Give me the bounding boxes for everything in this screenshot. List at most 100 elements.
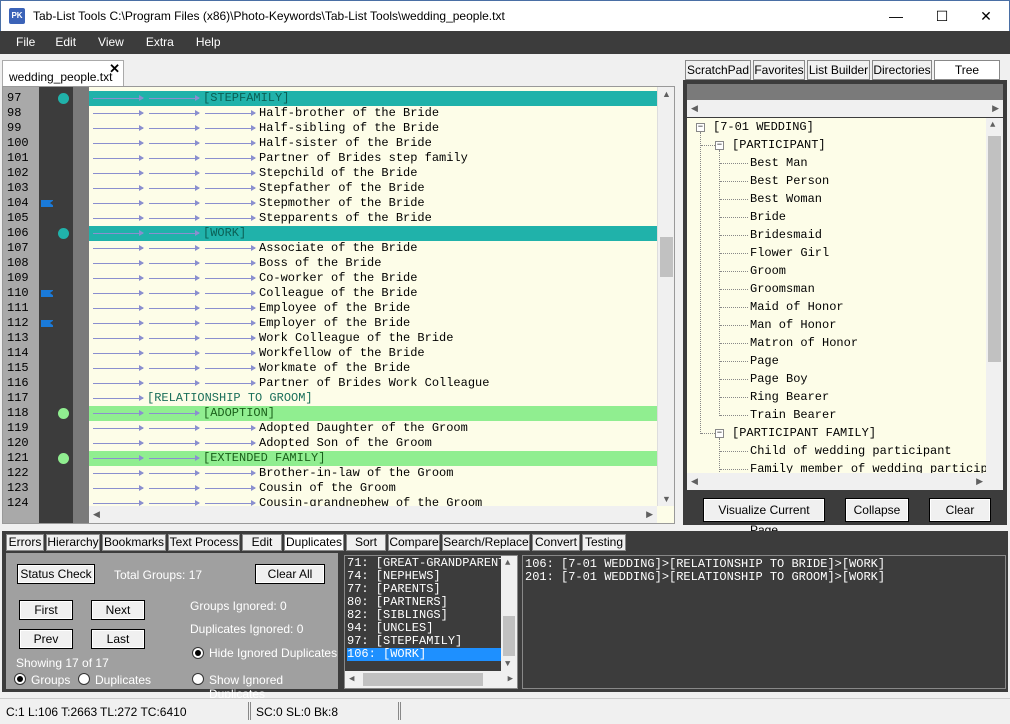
editor-line[interactable]: 120 Adopted Son of the Groom	[3, 436, 658, 451]
editor-line[interactable]: 123 Cousin of the Groom	[3, 481, 658, 496]
editor-line[interactable]: 107 Associate of the Bride	[3, 241, 658, 256]
tree-node-root[interactable]: [7-01 WEDDING]	[713, 118, 814, 136]
menu-file[interactable]: File	[0, 31, 43, 54]
tree-leaf[interactable]: Best Woman	[750, 190, 822, 208]
scroll-thumb[interactable]	[660, 237, 673, 277]
visualize-current-page-button[interactable]: Visualize Current Page	[703, 498, 825, 537]
tree-node-participant-family[interactable]: [PARTICIPANT FAMILY]	[732, 424, 876, 442]
clear-all-button[interactable]: Clear All	[255, 564, 325, 584]
line-content[interactable]: Co-worker of the Bride	[89, 271, 657, 286]
tree-leaf[interactable]: Bride	[750, 208, 786, 226]
line-content[interactable]: Stepmother of the Bride	[89, 196, 657, 211]
line-content[interactable]: Employer of the Bride	[89, 316, 657, 331]
tab-search-replace[interactable]: Search/Replace	[442, 534, 530, 551]
line-content[interactable]: Brother-in-law of the Groom	[89, 466, 657, 481]
duplicate-group-item[interactable]: 106: [WORK]	[347, 648, 501, 661]
collapse-icon[interactable]: −	[696, 123, 705, 132]
tree-leaf[interactable]: Ring Bearer	[750, 388, 829, 406]
line-content[interactable]: Employee of the Bride	[89, 301, 657, 316]
line-content[interactable]: Adopted Daughter of the Groom	[89, 421, 657, 436]
tab-directories[interactable]: Directories	[872, 60, 932, 80]
collapse-icon[interactable]: −	[715, 429, 724, 438]
editor-line[interactable]: 97 [STEPFAMILY]	[3, 91, 658, 106]
tree-leaf[interactable]: Groomsman	[750, 280, 815, 298]
clear-button[interactable]: Clear	[929, 498, 991, 522]
scroll-left-icon[interactable]: ◀	[93, 509, 100, 520]
scroll-right-icon[interactable]: ▶	[976, 476, 983, 487]
duplicate-group-item[interactable]: 82: [SIBLINGS]	[347, 609, 501, 622]
tree-top-scrollbar[interactable]: ◀ ▶	[687, 100, 1003, 117]
text-editor[interactable]: 97 [STEPFAMILY] 98 Half-brother of the Brid…	[2, 86, 675, 524]
hide-ignored-radio[interactable]	[192, 647, 204, 659]
line-content[interactable]: Adopted Son of the Groom	[89, 436, 657, 451]
duplicates-radio[interactable]	[78, 673, 90, 685]
tree-leaf[interactable]: Train Bearer	[750, 406, 836, 424]
menu-help[interactable]: Help	[182, 31, 229, 54]
tab-duplicates[interactable]: Duplicates	[284, 534, 344, 551]
scroll-left-icon[interactable]: ◀	[349, 674, 354, 684]
last-button[interactable]: Last	[91, 629, 145, 649]
tab-edit[interactable]: Edit	[242, 534, 282, 551]
tab-list-builder[interactable]: List Builder	[807, 60, 870, 80]
editor-line[interactable]: 122 Brother-in-law of the Groom	[3, 466, 658, 481]
tab-sort[interactable]: Sort	[346, 534, 386, 551]
scroll-right-icon[interactable]: ▶	[992, 103, 999, 114]
tree-leaf[interactable]: Maid of Honor	[750, 298, 844, 316]
scroll-up-icon[interactable]: ▲	[505, 558, 510, 568]
line-content[interactable]: Workfellow of the Bride	[89, 346, 657, 361]
maximize-button[interactable]: ☐	[919, 1, 965, 31]
line-content[interactable]: [RELATIONSHIP TO GROOM]	[89, 391, 657, 406]
line-content[interactable]: [EXTENDED FAMILY]	[89, 451, 657, 466]
duplicate-group-item[interactable]: 71: [GREAT-GRANDPARENTS	[347, 557, 501, 570]
editor-line[interactable]: 117 [RELATIONSHIP TO GROOM]	[3, 391, 658, 406]
first-button[interactable]: First	[19, 600, 73, 620]
show-ignored-radio[interactable]	[192, 673, 204, 685]
tree-leaf[interactable]: Page	[750, 352, 779, 370]
bookmark-icon[interactable]	[41, 290, 54, 297]
groups-radio[interactable]	[14, 673, 26, 685]
tree-leaf[interactable]: Groom	[750, 262, 786, 280]
tree-horizontal-scrollbar[interactable]: ◀ ▶	[687, 473, 1003, 490]
duplicate-group-item[interactable]: 74: [NEPHEWS]	[347, 570, 501, 583]
bookmark-icon[interactable]	[41, 320, 54, 327]
editor-line[interactable]: 104 Stepmother of the Bride	[3, 196, 658, 211]
editor-horizontal-scrollbar[interactable]: ◀ ▶	[89, 506, 657, 523]
line-content[interactable]: Half-sister of the Bride	[89, 136, 657, 151]
tree-leaf[interactable]: Man of Honor	[750, 316, 836, 334]
duplicate-results-list[interactable]: 106: [7-01 WEDDING]>[RELATIONSHIP TO BRI…	[522, 555, 1006, 689]
editor-vertical-scrollbar[interactable]: ▲ ▼	[657, 87, 674, 506]
line-content[interactable]: Work Colleague of the Bride	[89, 331, 657, 346]
minimize-button[interactable]: —	[873, 1, 919, 31]
editor-line[interactable]: 110 Colleague of the Bride	[3, 286, 658, 301]
duplicate-group-item[interactable]: 97: [STEPFAMILY]	[347, 635, 501, 648]
tab-close-icon[interactable]: ✕	[109, 61, 120, 77]
editor-line[interactable]: 118 [ADOPTION]	[3, 406, 658, 421]
fold-marker-icon[interactable]	[58, 453, 69, 464]
editor-line[interactable]: 119 Adopted Daughter of the Groom	[3, 421, 658, 436]
scroll-down-icon[interactable]: ▼	[662, 494, 671, 504]
editor-line[interactable]: 111 Employee of the Bride	[3, 301, 658, 316]
editor-line[interactable]: 98 Half-brother of the Bride	[3, 106, 658, 121]
editor-line[interactable]: 106 [WORK]	[3, 226, 658, 241]
line-content[interactable]: Stepfather of the Bride	[89, 181, 657, 196]
line-content[interactable]: Partner of Brides step family	[89, 151, 657, 166]
editor-tab[interactable]: wedding_people.txt ✕	[2, 60, 124, 86]
editor-line[interactable]: 105 Stepparents of the Bride	[3, 211, 658, 226]
editor-line[interactable]: 121 [EXTENDED FAMILY]	[3, 451, 658, 466]
next-button[interactable]: Next	[91, 600, 145, 620]
editor-line[interactable]: 108 Boss of the Bride	[3, 256, 658, 271]
tab-hierarchy[interactable]: Hierarchy	[46, 534, 100, 551]
close-button[interactable]: ✕	[963, 1, 1009, 31]
editor-line[interactable]: 99 Half-sibling of the Bride	[3, 121, 658, 136]
tree-leaf[interactable]: Child of wedding participant	[750, 442, 952, 460]
duplicate-group-item[interactable]: 94: [UNCLES]	[347, 622, 501, 635]
line-content[interactable]: Partner of Brides Work Colleague	[89, 376, 657, 391]
tab-compare[interactable]: Compare	[388, 534, 440, 551]
scroll-right-icon[interactable]: ▶	[646, 509, 653, 520]
tree-leaf[interactable]: Flower Girl	[750, 244, 829, 262]
collapse-icon[interactable]: −	[715, 141, 724, 150]
tree-node-participant[interactable]: [PARTICIPANT]	[732, 136, 826, 154]
line-content[interactable]: Half-brother of the Bride	[89, 106, 657, 121]
line-content[interactable]: [WORK]	[89, 226, 657, 241]
editor-line[interactable]: 100 Half-sister of the Bride	[3, 136, 658, 151]
